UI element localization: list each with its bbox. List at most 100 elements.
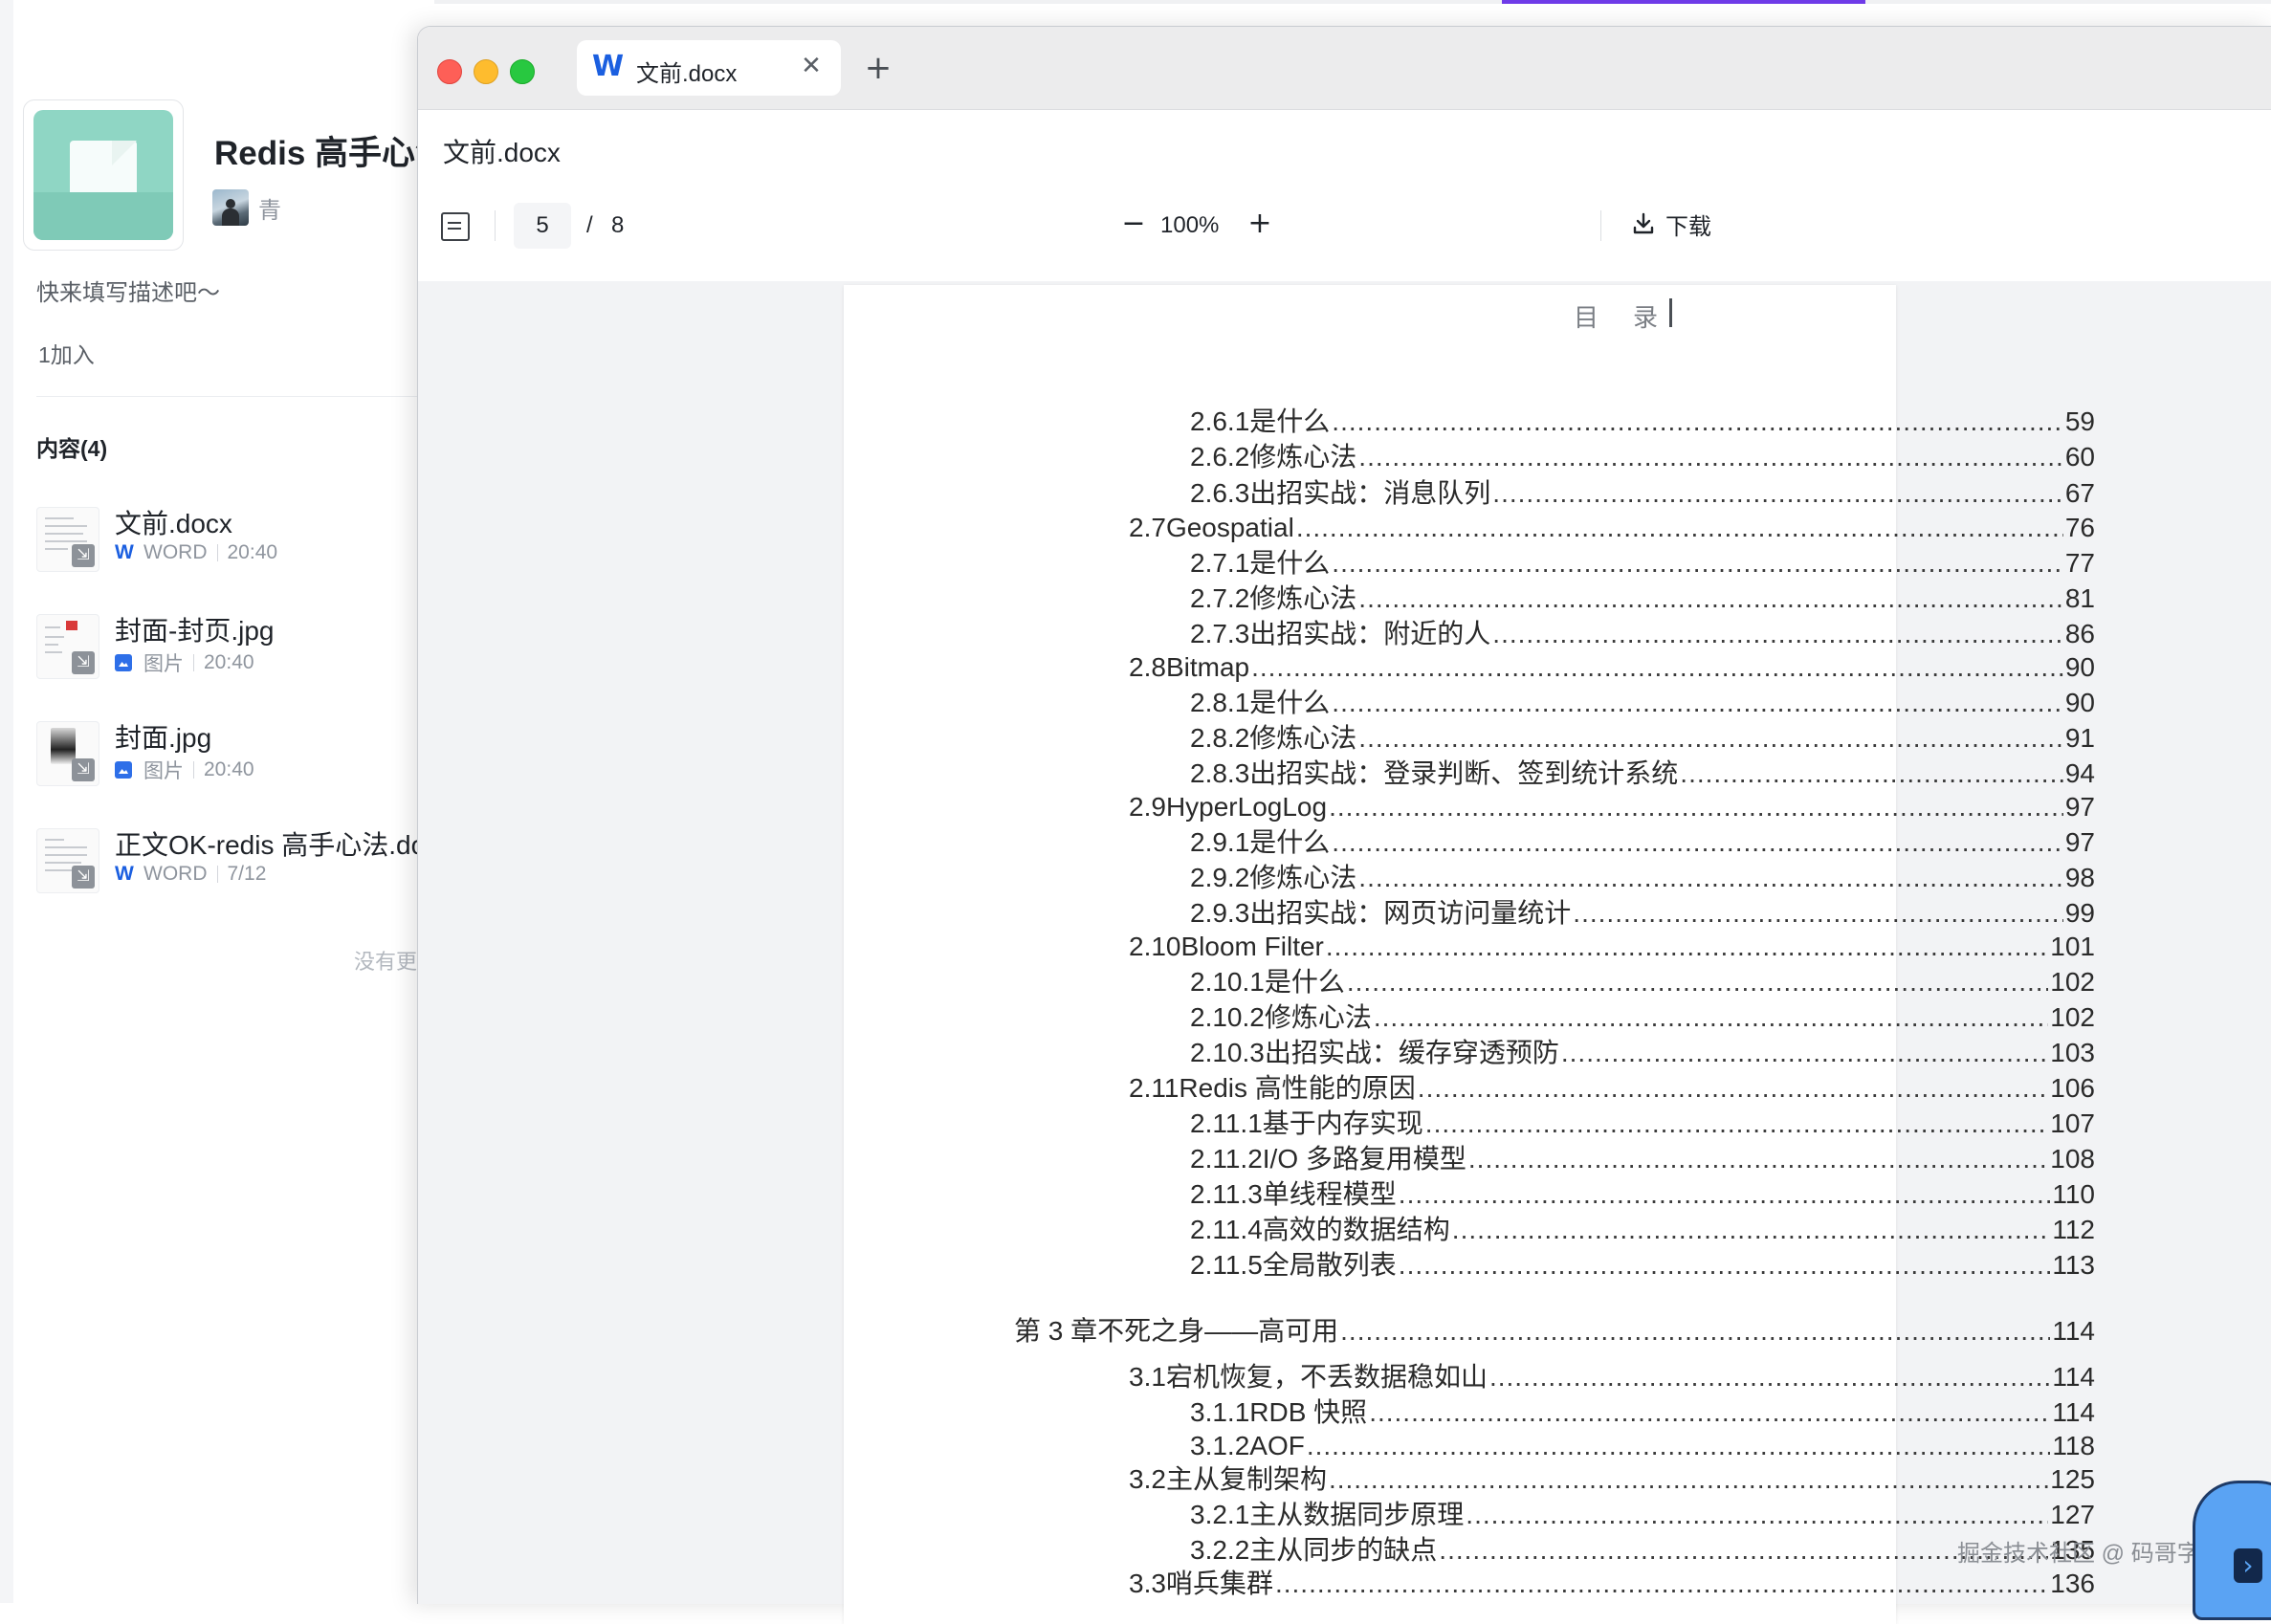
toc-number: 2.11.1 [1190, 1108, 1263, 1138]
toc-title: RDB 快照 [1249, 1397, 1368, 1427]
toc-leader: ........................................… [1328, 1464, 2048, 1494]
toc-entry[interactable]: 2.11.3 单线程模型.............................… [1190, 1178, 2095, 1211]
toc-entry[interactable]: 2.9.2 修炼心法...............................… [1190, 862, 2095, 894]
toc-leader: ........................................… [1325, 932, 2049, 961]
toc-page-number: 67 [2064, 478, 2095, 508]
toc-number: 2.11.4 [1190, 1215, 1263, 1244]
toc-number: 2.9.2 [1190, 863, 1250, 892]
toc-leader: ........................................… [1358, 863, 2063, 892]
toc-entry[interactable]: 2.8.2 修炼心法...............................… [1190, 722, 2095, 755]
toc-entry[interactable]: 2.8.3 出招实战：登录判断、签到统计系统...................… [1190, 757, 2095, 790]
toc-entry[interactable]: 3.3 哨兵集群.................................… [1129, 1568, 2095, 1600]
toc-title: 不死之身——高可用 [1097, 1316, 1339, 1346]
toc-page-number: 98 [2064, 863, 2095, 892]
toc-leader: ........................................… [1451, 1215, 2051, 1244]
toc-number: 2.10.2 [1190, 1002, 1265, 1032]
toc-entry[interactable]: 第 3 章不死之身——高可用..........................… [1014, 1315, 2095, 1348]
toc-number: 2.11.5 [1190, 1250, 1263, 1280]
toc-title: 哨兵集群 [1165, 1569, 1273, 1598]
toc-leader: ........................................… [1488, 1362, 2050, 1392]
toc-entry[interactable]: 3.1.1 RDB 快照.............................… [1190, 1396, 2095, 1429]
toc-title: 基于内存实现 [1262, 1108, 1423, 1138]
toc-page-number: 101 [2050, 932, 2095, 961]
toc-entry[interactable]: 2.8.1 是什么................................… [1190, 687, 2095, 719]
toc-page-number: 60 [2064, 442, 2095, 472]
toc-entry[interactable]: 2.9.1 是什么................................… [1190, 826, 2095, 859]
toc-page-number: 90 [2064, 688, 2095, 717]
toc-entry[interactable]: 3.1 宕机恢复，不丢数据稳如山.........................… [1129, 1361, 2095, 1394]
toc-leader: ........................................… [1358, 442, 2063, 472]
toc-title: Redis 高性能的原因 [1179, 1073, 1416, 1103]
toc-leader: ........................................… [1369, 1397, 2050, 1427]
toc-page-number: 114 [2052, 1397, 2095, 1427]
toc-number: 3.2 [1129, 1464, 1166, 1494]
toc-title: HyperLogLog [1165, 792, 1328, 822]
toc-entry[interactable]: 2.10.1 是什么...............................… [1190, 966, 2095, 999]
toc-page-number: 114 [2052, 1362, 2095, 1392]
toc-title: 单线程模型 [1262, 1179, 1397, 1209]
toc-number: 2.6.1 [1190, 406, 1250, 436]
toc-number: 3.1.2 [1190, 1431, 1250, 1460]
toc-number: 2.10.1 [1190, 967, 1265, 997]
toc-page-number: 97 [2064, 792, 2095, 822]
toc-page-number: 81 [2064, 583, 2095, 613]
toc-number: 2.7.2 [1190, 583, 1250, 613]
toc-leader: ........................................… [1274, 1569, 2049, 1598]
toc-entry[interactable]: 2.8 Bitmap...............................… [1129, 651, 2095, 684]
toc-title: 是什么 [1264, 967, 1345, 997]
toc-number: 2.9.1 [1190, 827, 1250, 857]
toc-title: 是什么 [1249, 548, 1331, 578]
toc-leader: ........................................… [1358, 723, 2063, 753]
toc-entry[interactable]: 3.1.2 AOF................................… [1190, 1430, 2095, 1462]
toc-title: 修炼心法 [1264, 1002, 1372, 1032]
toc-page-number: 136 [2050, 1569, 2095, 1598]
toc-entry[interactable]: 2.11.5 全局散列表.............................… [1190, 1249, 2095, 1282]
toc-page-number: 113 [2052, 1250, 2095, 1280]
toc-entry[interactable]: 2.11.4 高效的数据结构...........................… [1190, 1214, 2095, 1246]
toc-entry[interactable]: 2.7 Geospatial...........................… [1129, 512, 2095, 544]
toc-page-number: 108 [2050, 1144, 2095, 1174]
toc-title: 出招实战：消息队列 [1249, 478, 1491, 508]
toc-page-number: 118 [2052, 1431, 2095, 1460]
toc-number: 2.8.3 [1190, 758, 1250, 788]
toc-number: 2.9.3 [1190, 898, 1250, 928]
toc-entry[interactable]: 2.9.3 出招实战：网页访问量统计.......................… [1190, 897, 2095, 930]
toc-page-number: 94 [2064, 758, 2095, 788]
toc-title: 出招实战：附近的人 [1249, 619, 1491, 648]
toc-page-number: 59 [2064, 406, 2095, 436]
toc-entry[interactable]: 2.11.1 基于内存实现............................… [1190, 1108, 2095, 1140]
toc-leader: ........................................… [1358, 583, 2063, 613]
toc-number: 2.8 [1129, 652, 1166, 682]
toc-entry[interactable]: 3.2 主从复制架构...............................… [1129, 1463, 2095, 1496]
toc-title: 宕机恢复，不丢数据稳如山 [1165, 1362, 1488, 1392]
toc-entry[interactable]: 2.9 HyperLogLog..........................… [1129, 791, 2095, 823]
toc-entry[interactable]: 2.10.2 修炼心法..............................… [1190, 1001, 2095, 1034]
toc-number: 2.7.1 [1190, 548, 1250, 578]
toc-number: 2.6.2 [1190, 442, 1250, 472]
toc-number: 2.11.3 [1190, 1179, 1263, 1209]
toc-entry[interactable]: 2.6.3 出招实战：消息队列..........................… [1190, 477, 2095, 510]
toc-entry[interactable]: 2.7.3 出招实战：附近的人..........................… [1190, 618, 2095, 650]
toc-title: 出招实战：网页访问量统计 [1249, 898, 1572, 928]
toc-page-number: 97 [2064, 827, 2095, 857]
toc-number: 2.11 [1129, 1073, 1180, 1103]
toc-entry[interactable]: 2.6.1 是什么................................… [1190, 406, 2095, 438]
toc-entry[interactable]: 3.2.1 主从数据同步原理...........................… [1190, 1499, 2095, 1531]
toc-leader: ........................................… [1467, 1144, 2048, 1174]
toc-entry[interactable]: 2.6.2 修炼心法...............................… [1190, 441, 2095, 473]
toc-entry[interactable]: 2.11.2 I/O 多路复用模型........................… [1190, 1143, 2095, 1175]
toc-entry[interactable]: 2.7.1 是什么................................… [1190, 547, 2095, 580]
toc-leader: ........................................… [1466, 1500, 2048, 1529]
toc-page-number: 110 [2052, 1179, 2095, 1209]
toc-number: 2.9 [1129, 792, 1166, 822]
assistant-mascot-icon[interactable]: › [2193, 1481, 2271, 1620]
toc-entry[interactable]: 2.10 Bloom Filter........................… [1129, 931, 2095, 963]
toc-title: Bloom Filter [1180, 932, 1324, 961]
toc-page-number: 91 [2064, 723, 2095, 753]
toc-entry[interactable]: 2.10.3 出招实战：缓存穿透预防.......................… [1190, 1037, 2095, 1069]
toc-leader: ........................................… [1398, 1250, 2051, 1280]
toc-entry[interactable]: 2.7.2 修炼心法...............................… [1190, 582, 2095, 615]
toc-leader: ........................................… [1251, 652, 2063, 682]
toc-entry[interactable]: 2.11 Redis 高性能的原因........................… [1129, 1072, 2095, 1105]
toc-title: Bitmap [1165, 652, 1250, 682]
